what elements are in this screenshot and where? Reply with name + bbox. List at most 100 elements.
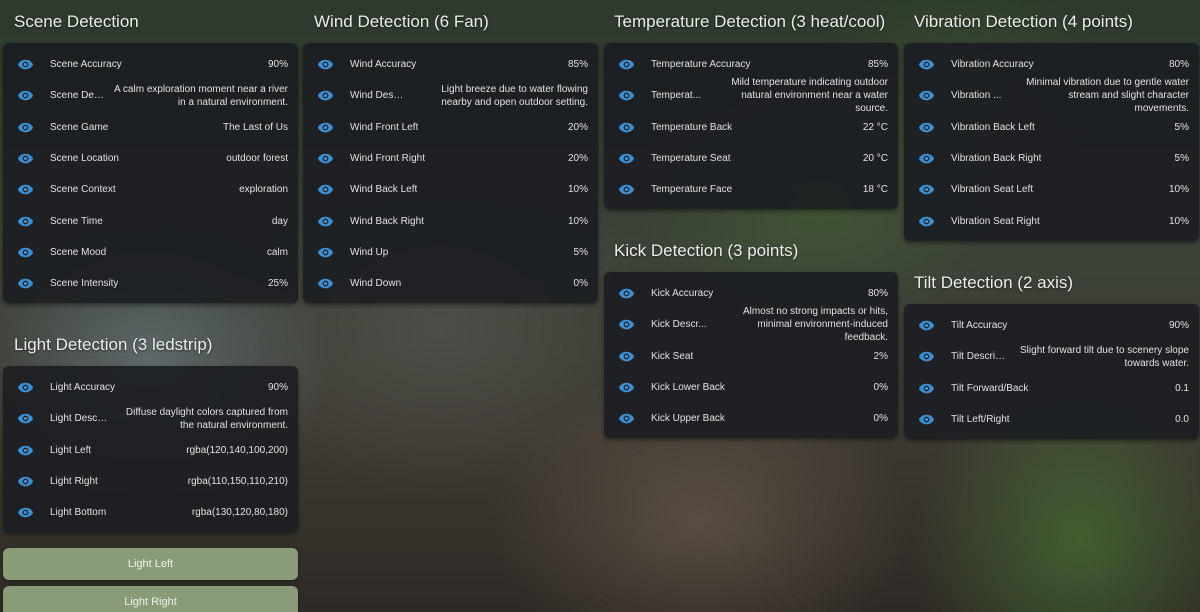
light-right-button[interactable]: Light Right — [3, 586, 298, 612]
eye-icon[interactable] — [918, 351, 935, 362]
eye-icon[interactable] — [17, 382, 34, 393]
scene-row-value: The Last of Us — [222, 121, 288, 133]
temperature-detection-card: Temperature Accuracy 85% Temperat... Mild t… — [604, 43, 898, 210]
eye-icon[interactable] — [618, 90, 635, 101]
eye-icon[interactable] — [317, 122, 334, 133]
light-row-label: Light Accuracy — [50, 382, 116, 394]
eye-icon[interactable] — [17, 476, 34, 487]
scene-row-label: Scene Location — [50, 153, 119, 165]
tilt-row-value: 90% — [1168, 320, 1189, 332]
temperature-row-value: 18 °C — [862, 184, 888, 196]
scene-row: Scene Accuracy 90% — [3, 49, 298, 80]
kick-row-label: Kick Seat — [651, 350, 694, 362]
light-row-label: Light Bottom — [50, 507, 107, 519]
wind-row-label: Wind Accuracy — [350, 59, 417, 71]
scene-row-value: A calm exploration moment near a river i… — [114, 83, 288, 108]
light-left-button[interactable]: Light Left — [3, 548, 298, 580]
light-row-value: Diffuse daylight colors captured from th… — [125, 406, 288, 431]
vibration-row-value: 80% — [1168, 59, 1189, 71]
eye-icon[interactable] — [317, 153, 334, 164]
eye-icon[interactable] — [918, 90, 935, 101]
kick-row: Kick Seat 2% — [604, 341, 898, 372]
eye-icon[interactable] — [618, 59, 635, 70]
eye-icon[interactable] — [17, 59, 34, 70]
scene-row: Scene Game The Last of Us — [3, 112, 298, 143]
eye-icon[interactable] — [317, 247, 334, 258]
wind-row-label: Wind Back Left — [350, 184, 418, 196]
eye-icon[interactable] — [918, 153, 935, 164]
eye-icon[interactable] — [918, 184, 935, 195]
temperature-row-label: Temperat... — [651, 90, 702, 102]
eye-icon[interactable] — [17, 90, 34, 101]
eye-icon[interactable] — [918, 383, 935, 394]
wind-row-value: 10% — [567, 184, 588, 196]
light-row: Light Descri... Diffuse daylight colors c… — [3, 403, 298, 434]
tilt-row: Tilt Description Slight forward tilt due … — [904, 341, 1199, 372]
eye-icon[interactable] — [317, 278, 334, 289]
kick-row-value: 0% — [873, 413, 888, 425]
temperature-row-label: Temperature Seat — [651, 153, 731, 165]
eye-icon[interactable] — [618, 153, 635, 164]
kick-row-value: 2% — [873, 350, 888, 362]
wind-row-label: Wind Front Left — [350, 121, 419, 133]
scene-row-value: 90% — [267, 59, 288, 71]
tilt-row: Tilt Forward/Back 0.1 — [904, 373, 1199, 404]
eye-icon[interactable] — [17, 216, 34, 227]
temperature-row-value: Mild temperature indicating outdoor natu… — [731, 77, 888, 115]
wind-row-value: Light breeze due to water flowing nearby… — [441, 83, 588, 108]
temperature-row-value: 22 °C — [862, 121, 888, 133]
eye-icon[interactable] — [17, 247, 34, 258]
vibration-detection-title: Vibration Detection (4 points) — [914, 12, 1133, 31]
eye-icon[interactable] — [17, 153, 34, 164]
eye-icon[interactable] — [17, 507, 34, 518]
wind-row: Wind Accuracy 85% — [303, 49, 598, 80]
eye-icon[interactable] — [618, 288, 635, 299]
temperature-row-value: 85% — [867, 59, 888, 71]
eye-icon[interactable] — [317, 90, 334, 101]
light-row-label: Light Descri... — [50, 413, 108, 425]
wind-row: Wind Descr... Light breeze due to water f… — [303, 80, 598, 111]
wind-row-value: 0% — [573, 278, 588, 290]
kick-detection-title: Kick Detection (3 points) — [614, 241, 799, 260]
eye-icon[interactable] — [918, 122, 935, 133]
kick-detection-card: Kick Accuracy 80% Kick Descr... Almost no s… — [604, 272, 898, 439]
tilt-detection-card: Tilt Accuracy 90% Tilt Description Slight f… — [904, 304, 1199, 440]
eye-icon[interactable] — [918, 216, 935, 227]
wind-row-label: Wind Up — [350, 246, 389, 258]
light-row-value: 90% — [267, 382, 288, 394]
wind-row-value: 85% — [567, 59, 588, 71]
eye-icon[interactable] — [618, 351, 635, 362]
eye-icon[interactable] — [317, 184, 334, 195]
temperature-row-value: 20 °C — [862, 153, 888, 165]
eye-icon[interactable] — [618, 122, 635, 133]
eye-icon[interactable] — [17, 184, 34, 195]
eye-icon[interactable] — [618, 382, 635, 393]
light-row: Light Bottom rgba(130,120,80,180) — [3, 497, 298, 528]
eye-icon[interactable] — [17, 278, 34, 289]
eye-icon[interactable] — [17, 413, 34, 424]
scene-row-value: 25% — [267, 278, 288, 290]
eye-icon[interactable] — [918, 414, 935, 425]
light-row-value: rgba(130,120,80,180) — [191, 507, 288, 519]
eye-icon[interactable] — [17, 122, 34, 133]
scene-row-value: exploration — [239, 184, 288, 196]
eye-icon[interactable] — [317, 216, 334, 227]
scene-row: Scene Context exploration — [3, 174, 298, 205]
scene-row-label: Scene Time — [50, 215, 103, 227]
tilt-row-label: Tilt Accuracy — [951, 320, 1008, 332]
eye-icon[interactable] — [618, 184, 635, 195]
scene-detection-title: Scene Detection — [14, 12, 139, 31]
kick-row-label: Kick Descr... — [651, 319, 707, 331]
vibration-row: Vibration Back Left 5% — [904, 112, 1199, 143]
temperature-row-label: Temperature Accuracy — [651, 59, 751, 71]
kick-row: Kick Lower Back 0% — [604, 372, 898, 403]
eye-icon[interactable] — [918, 320, 935, 331]
eye-icon[interactable] — [17, 445, 34, 456]
eye-icon[interactable] — [618, 413, 635, 424]
light-row: Light Right rgba(110,150,110,210) — [3, 466, 298, 497]
eye-icon[interactable] — [317, 59, 334, 70]
eye-icon[interactable] — [618, 319, 635, 330]
eye-icon[interactable] — [918, 59, 935, 70]
vibration-row-value: 10% — [1168, 184, 1189, 196]
temperature-detection-title: Temperature Detection (3 heat/cool) — [614, 12, 886, 31]
